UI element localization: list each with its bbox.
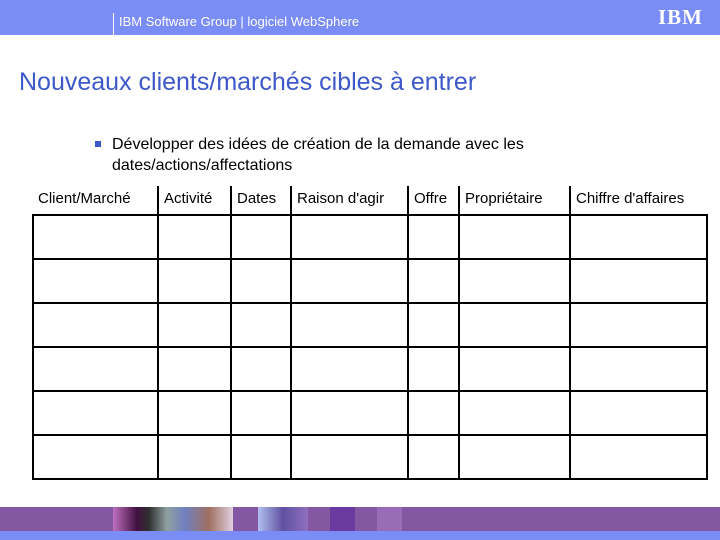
ibm-logo: IBM [658, 7, 710, 28]
table-cell[interactable] [458, 390, 571, 436]
table-cell[interactable] [157, 346, 232, 392]
table-cell[interactable] [407, 258, 460, 304]
column-header: Client/Marché [33, 186, 158, 216]
table-cell[interactable] [157, 434, 232, 480]
bullet-marker-icon [95, 141, 101, 147]
table-cell[interactable] [157, 214, 232, 260]
table-row [32, 390, 708, 436]
table-cell[interactable] [230, 302, 292, 348]
table-cell[interactable] [32, 302, 159, 348]
table-cell[interactable] [458, 214, 571, 260]
table-cell[interactable] [32, 258, 159, 304]
table-cell[interactable] [290, 390, 409, 436]
footer-image-strip [113, 507, 233, 531]
table-cell[interactable] [290, 214, 409, 260]
table-cell[interactable] [230, 214, 292, 260]
table-row [32, 302, 708, 348]
table-cell[interactable] [407, 390, 460, 436]
table-cell[interactable] [157, 390, 232, 436]
table-cell[interactable] [407, 434, 460, 480]
column-header: Offre [407, 186, 459, 216]
column-header: Propriétaire [458, 186, 570, 216]
table-cell[interactable] [458, 258, 571, 304]
bullet-item: Développer des idées de création de la d… [95, 134, 615, 176]
table-cell[interactable] [458, 434, 571, 480]
table-row [32, 258, 708, 304]
table-cell[interactable] [569, 434, 708, 480]
table-cell[interactable] [458, 302, 571, 348]
column-header: Raison d'agir [290, 186, 408, 216]
table-cell[interactable] [230, 346, 292, 392]
table-cell[interactable] [230, 258, 292, 304]
table-cell[interactable] [230, 390, 292, 436]
table-cell[interactable] [32, 214, 159, 260]
table-cell[interactable] [569, 302, 708, 348]
header-bar: IBM Software Group | logiciel WebSphere … [0, 0, 720, 35]
table-cell[interactable] [230, 434, 292, 480]
header-separator [113, 13, 114, 35]
footer-bar [0, 531, 720, 540]
footer-band [0, 507, 720, 531]
footer-image-strip-3 [330, 507, 355, 531]
footer-image-strip-4 [377, 507, 402, 531]
slide-title: Nouveaux clients/marchés cibles à entrer [19, 68, 477, 96]
table-cell[interactable] [458, 346, 571, 392]
table-cell[interactable] [407, 346, 460, 392]
column-header: Activité [157, 186, 231, 216]
header-title: IBM Software Group | logiciel WebSphere [119, 14, 360, 29]
table-cell[interactable] [569, 214, 708, 260]
bullet-text: Développer des idées de création de la d… [112, 136, 524, 174]
table-cell[interactable] [569, 390, 708, 436]
table-cell[interactable] [290, 302, 409, 348]
table-row [32, 346, 708, 392]
table-cell[interactable] [32, 390, 159, 436]
table-row [32, 434, 708, 480]
column-header: Dates [230, 186, 291, 216]
table-cell[interactable] [407, 302, 460, 348]
table-cell[interactable] [290, 258, 409, 304]
table-cell[interactable] [32, 434, 159, 480]
planning-table: Client/Marché Activité Dates Raison d'agir O… [32, 186, 708, 480]
footer-image-strip-2 [258, 507, 308, 531]
column-header: Chiffre d'affaires [569, 186, 707, 216]
table-cell[interactable] [569, 346, 708, 392]
table-row [32, 214, 708, 260]
table-cell[interactable] [569, 258, 708, 304]
table-cell[interactable] [290, 346, 409, 392]
table-cell[interactable] [407, 214, 460, 260]
table-cell[interactable] [32, 346, 159, 392]
table-cell[interactable] [290, 434, 409, 480]
table-cell[interactable] [157, 258, 232, 304]
table-cell[interactable] [157, 302, 232, 348]
